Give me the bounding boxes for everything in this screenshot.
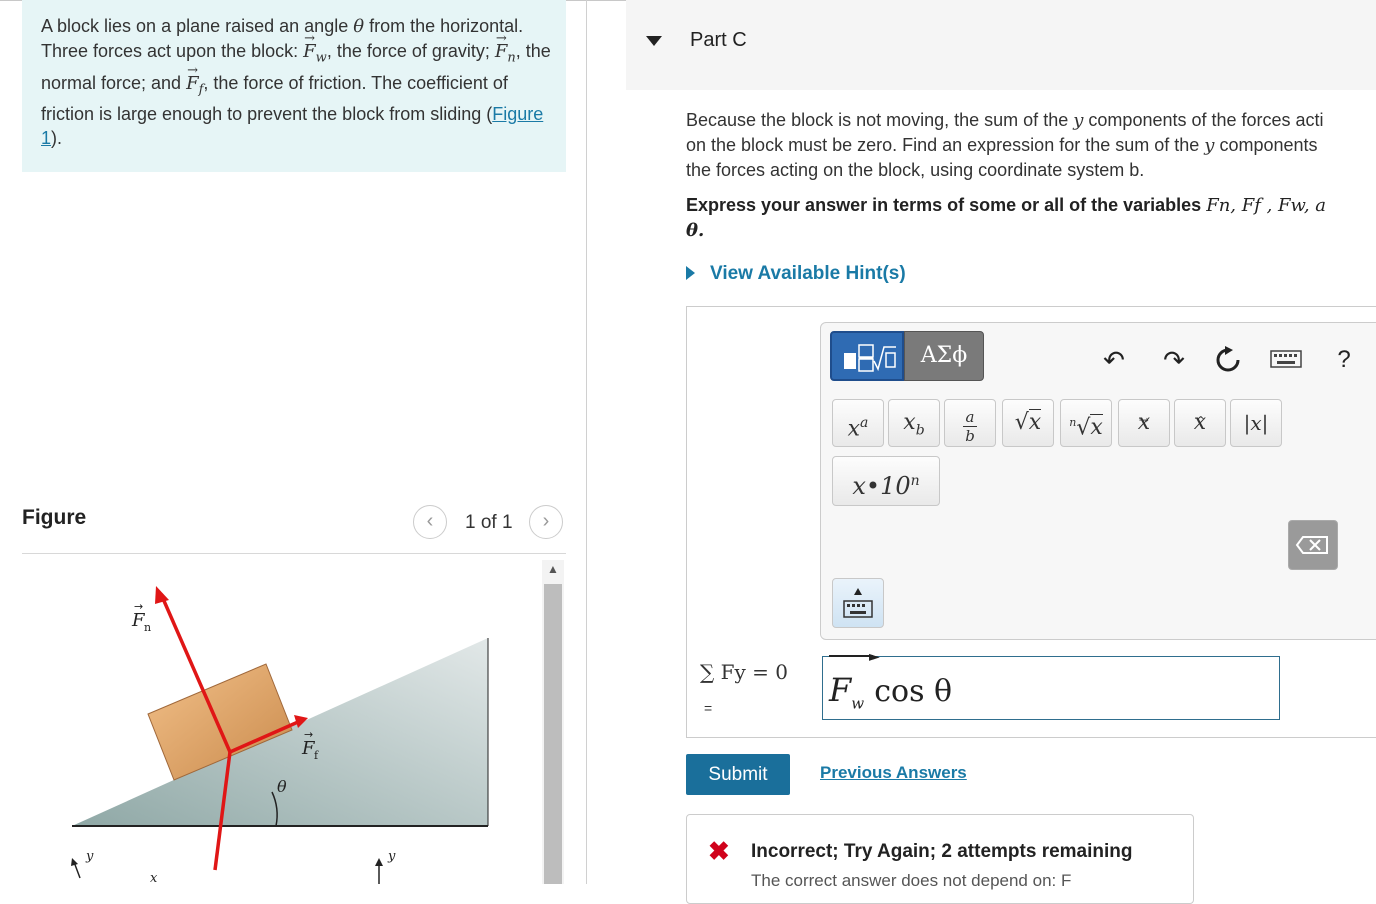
axis-y-arrowhead-2 — [375, 858, 383, 866]
undo-icon[interactable]: ↶ — [1096, 342, 1132, 378]
problem-intro-text: A block lies on a plane raised an angle … — [41, 16, 551, 149]
superscript-button[interactable]: xa — [832, 399, 884, 447]
figure-scrollbar-thumb[interactable] — [544, 584, 562, 884]
submit-button[interactable]: Submit — [686, 754, 790, 795]
keyboard-toggle-button[interactable] — [832, 578, 884, 628]
fn-label-sub: n — [144, 621, 151, 634]
scientific-notation-button[interactable]: x•10n — [832, 456, 940, 506]
templates-icon — [844, 344, 896, 372]
theta-label: θ — [277, 777, 287, 796]
hint-expand-icon[interactable] — [686, 266, 695, 280]
axis-y-arrowhead-1 — [71, 858, 78, 866]
previous-answers-link[interactable]: Previous Answers — [820, 763, 967, 783]
square-root-button[interactable]: √x — [1002, 399, 1054, 447]
figure-separator — [22, 553, 566, 554]
hat-button[interactable]: ^ x — [1174, 399, 1226, 447]
figure-heading: Figure — [22, 506, 87, 529]
question-text: Because the block is not moving, the sum… — [686, 110, 1324, 180]
axis-y-label-1: y — [85, 849, 94, 864]
answer-input[interactable]: ► Fw cos θ — [822, 649, 1280, 720]
x-icon: ✖ — [708, 836, 730, 866]
previous-figure-button[interactable]: ‹ — [413, 505, 447, 539]
fraction-button[interactable]: ab — [944, 399, 996, 447]
chevron-right-icon: › — [542, 510, 550, 532]
collapse-caret-icon[interactable] — [646, 36, 662, 46]
figure-pager-text: 1 of 1 — [465, 512, 513, 533]
keyboard-icon[interactable] — [1266, 342, 1306, 378]
answer-input-value: ► Fw cos θ — [829, 649, 953, 713]
fn-vector-arrow: → — [134, 600, 143, 613]
help-button[interactable]: ? — [1326, 342, 1362, 378]
absolute-value-button[interactable]: |x| — [1230, 399, 1282, 447]
view-hints-link[interactable]: View Available Hint(s) — [710, 263, 906, 285]
feedback-detail: The correct answer does not depend on: F — [751, 871, 1072, 890]
greek-symbols-button[interactable]: ΑΣϕ — [904, 331, 984, 381]
next-figure-button[interactable]: › — [529, 505, 563, 539]
templates-button[interactable] — [830, 331, 904, 381]
scroll-up-arrow-icon[interactable]: ▲ — [545, 562, 561, 576]
answer-instructions: Express your answer in terms of some or … — [686, 195, 1326, 241]
nth-root-button[interactable]: n√x — [1060, 399, 1112, 447]
reset-icon[interactable] — [1210, 342, 1246, 378]
redo-icon[interactable]: ↷ — [1156, 342, 1192, 378]
chevron-left-icon: ‹ — [426, 510, 434, 532]
inclined-plane-figure: F n → F f → θ y x y — [71, 586, 489, 884]
vector-button[interactable]: → x — [1118, 399, 1170, 447]
normal-force-arrowhead — [155, 586, 169, 604]
subscript-button[interactable]: xb — [888, 399, 940, 447]
keyboard-toggle-icon — [843, 588, 873, 618]
backspace-icon — [1295, 536, 1328, 554]
sum-fy-label: ∑ Fy = 0 — [700, 660, 789, 684]
axis-y-label-2: y — [387, 849, 396, 864]
axis-x-label: x — [150, 871, 158, 884]
backspace-button[interactable] — [1288, 520, 1338, 570]
feedback-message: Incorrect; Try Again; 2 attempts remaini… — [751, 841, 1133, 862]
ff-vector-arrow: → — [304, 728, 313, 741]
part-c-title[interactable]: Part C — [690, 29, 747, 52]
equals-sign: = — [704, 700, 713, 716]
panel-divider — [586, 0, 587, 884]
